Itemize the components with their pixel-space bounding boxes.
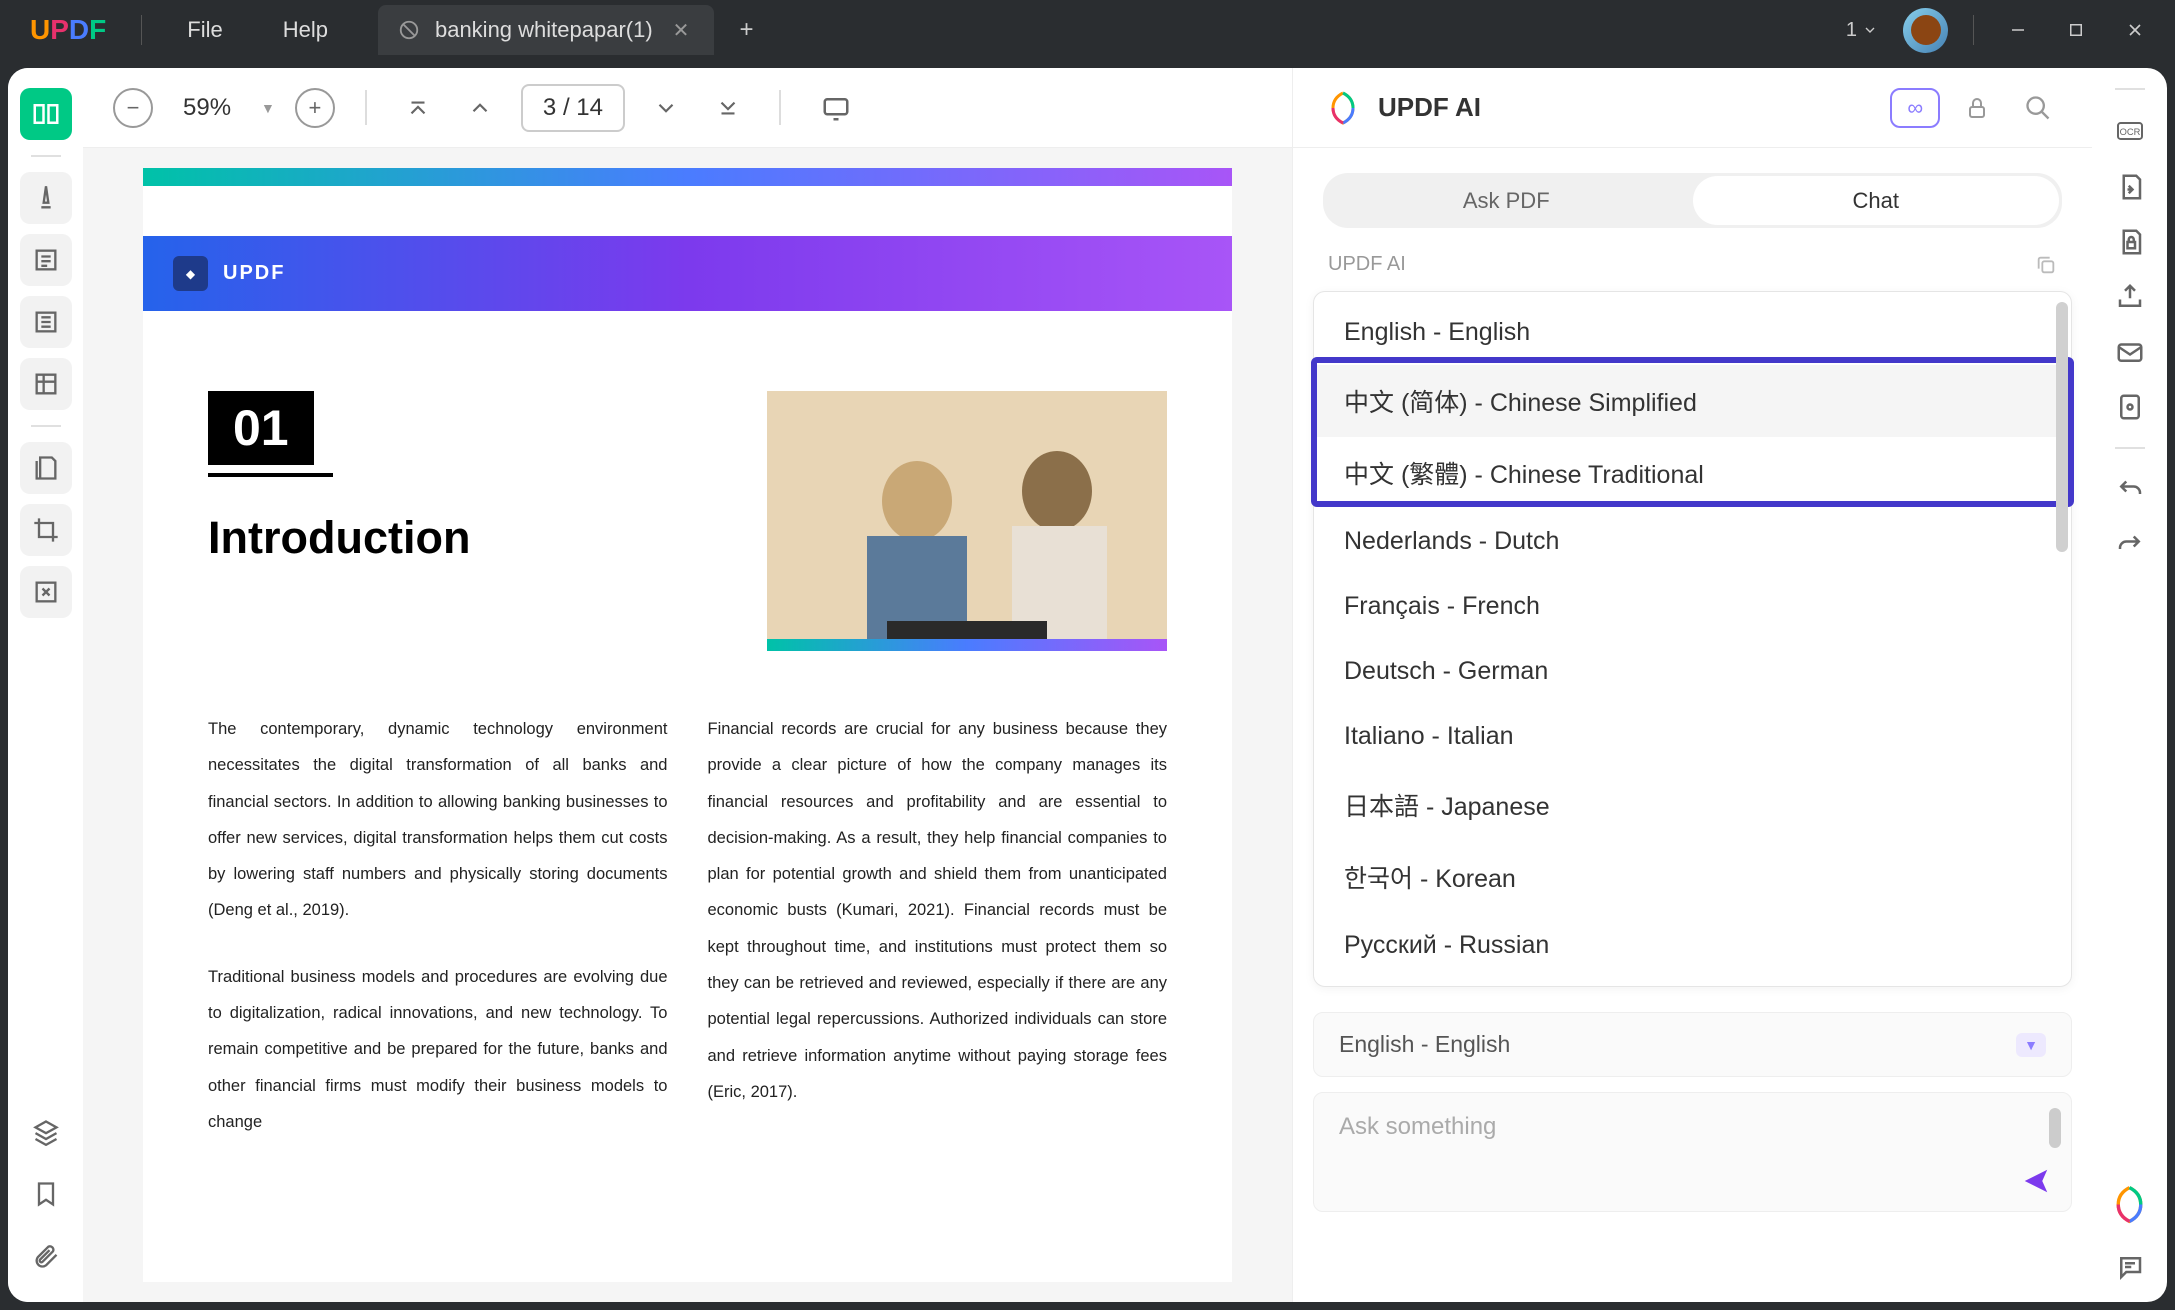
body-text: The contemporary, dynamic technology env… — [143, 681, 1232, 1200]
ai-tabs: Ask PDF Chat — [1323, 173, 2062, 228]
copy-icon[interactable] — [2035, 254, 2057, 276]
section-number: 01 — [208, 391, 314, 465]
brand-icon: ◆ — [173, 256, 208, 291]
lock-icon[interactable] — [1955, 96, 1999, 120]
language-option[interactable]: Deutsch - German — [1314, 639, 2071, 704]
last-page-button[interactable] — [707, 95, 749, 121]
layers-button[interactable] — [20, 1106, 72, 1158]
bookmark-button[interactable] — [20, 1168, 72, 1220]
svg-text:OCR: OCR — [2119, 127, 2140, 137]
document-tab[interactable]: banking whitepapar(1) ✕ — [378, 5, 714, 55]
prev-page-button[interactable] — [459, 95, 501, 121]
language-option[interactable]: 中文 (简体) - Chinese Simplified — [1314, 365, 2071, 437]
comments-button[interactable] — [2115, 1252, 2145, 1282]
ask-placeholder: Ask something — [1339, 1113, 1496, 1141]
ai-panel: UPDF AI ∞ Ask PDF Chat UPDF AI — [1292, 68, 2092, 1302]
language-selector[interactable]: English - English ▼ — [1313, 1012, 2072, 1077]
print-button[interactable] — [2115, 392, 2145, 422]
menu-file[interactable]: File — [157, 17, 252, 43]
ai-assistant-button[interactable] — [2107, 1182, 2152, 1227]
new-tab-button[interactable]: + — [714, 16, 778, 44]
gradient-decoration — [143, 168, 1232, 186]
section-title: Introduction — [208, 512, 727, 564]
left-sidebar — [8, 68, 83, 1302]
close-button[interactable] — [2105, 20, 2165, 40]
zoom-dropdown[interactable]: ▼ — [261, 100, 275, 116]
annotate-tool-button[interactable] — [20, 234, 72, 286]
window-count[interactable]: 1 — [1831, 19, 1893, 42]
crop-tool-button[interactable] — [20, 504, 72, 556]
language-option[interactable]: Nederlands - Dutch — [1314, 509, 2071, 574]
tab-ask-pdf[interactable]: Ask PDF — [1323, 173, 1690, 228]
email-button[interactable] — [2115, 337, 2145, 367]
ai-unlimited-button[interactable]: ∞ — [1890, 88, 1940, 128]
reader-mode-button[interactable] — [20, 88, 72, 140]
language-dropdown-list: English - English 中文 (简体) - Chinese Simp… — [1313, 291, 2072, 987]
pages-tool-button[interactable] — [20, 442, 72, 494]
language-option[interactable]: Русский - Russian — [1314, 913, 2071, 978]
hero-image — [767, 391, 1167, 651]
page-indicator[interactable]: 3 / 14 — [521, 84, 625, 132]
user-avatar[interactable] — [1903, 8, 1948, 53]
redo-button[interactable] — [2115, 529, 2145, 559]
divider — [141, 15, 142, 45]
brand-text: UPDF — [223, 262, 285, 285]
language-option[interactable]: 中文 (繁體) - Chinese Traditional — [1314, 437, 2071, 509]
first-page-button[interactable] — [397, 95, 439, 121]
chevron-down-icon: ▼ — [2016, 1033, 2046, 1057]
send-button[interactable] — [2021, 1166, 2051, 1196]
tab-close-button[interactable]: ✕ — [668, 18, 695, 43]
ask-input[interactable]: Ask something — [1313, 1092, 2072, 1212]
tab-chat[interactable]: Chat — [1693, 176, 2060, 225]
ai-logo-icon — [1323, 88, 1363, 128]
compress-tool-button[interactable] — [20, 566, 72, 618]
ai-section-label: UPDF AI — [1328, 253, 1406, 276]
tab-title: banking whitepapar(1) — [435, 17, 653, 43]
maximize-button[interactable] — [2047, 21, 2105, 39]
language-option[interactable]: Italiano - Italian — [1314, 704, 2071, 769]
ocr-button[interactable]: OCR — [2114, 115, 2146, 147]
form-tool-button[interactable] — [20, 358, 72, 410]
minimize-button[interactable] — [1989, 21, 2047, 39]
divider — [1973, 15, 1974, 45]
page-header: ◆ UPDF — [143, 236, 1232, 311]
right-sidebar: OCR — [2092, 68, 2167, 1302]
language-option[interactable]: Français - French — [1314, 574, 2071, 639]
language-option[interactable]: 한국어 - Korean — [1314, 841, 2071, 913]
next-page-button[interactable] — [645, 95, 687, 121]
zoom-in-button[interactable]: + — [295, 88, 335, 128]
zoom-value: 59% — [173, 94, 241, 122]
attachment-button[interactable] — [20, 1230, 72, 1282]
presentation-button[interactable] — [811, 93, 861, 123]
app-logo: UPDF — [10, 14, 126, 46]
menu-help[interactable]: Help — [253, 17, 358, 43]
zoom-out-button[interactable]: − — [113, 88, 153, 128]
document-toolbar: − 59% ▼ + 3 / 14 — [83, 68, 1292, 148]
ai-panel-title: UPDF AI — [1378, 92, 1875, 123]
search-icon[interactable] — [2014, 94, 2062, 122]
protect-button[interactable] — [2115, 227, 2145, 257]
convert-button[interactable] — [2115, 172, 2145, 202]
scrollbar[interactable] — [2056, 302, 2068, 552]
document-icon — [398, 19, 420, 41]
scrollbar[interactable] — [2049, 1108, 2061, 1148]
share-button[interactable] — [2115, 282, 2145, 312]
undo-button[interactable] — [2115, 474, 2145, 504]
highlight-tool-button[interactable] — [20, 172, 72, 224]
text-tool-button[interactable] — [20, 296, 72, 348]
language-option[interactable]: 日本語 - Japanese — [1314, 769, 2071, 841]
document-page[interactable]: ◆ UPDF 01 Introduction — [83, 148, 1292, 1302]
titlebar: UPDF File Help banking whitepapar(1) ✕ +… — [0, 0, 2175, 60]
language-option[interactable]: English - English — [1314, 300, 2071, 365]
